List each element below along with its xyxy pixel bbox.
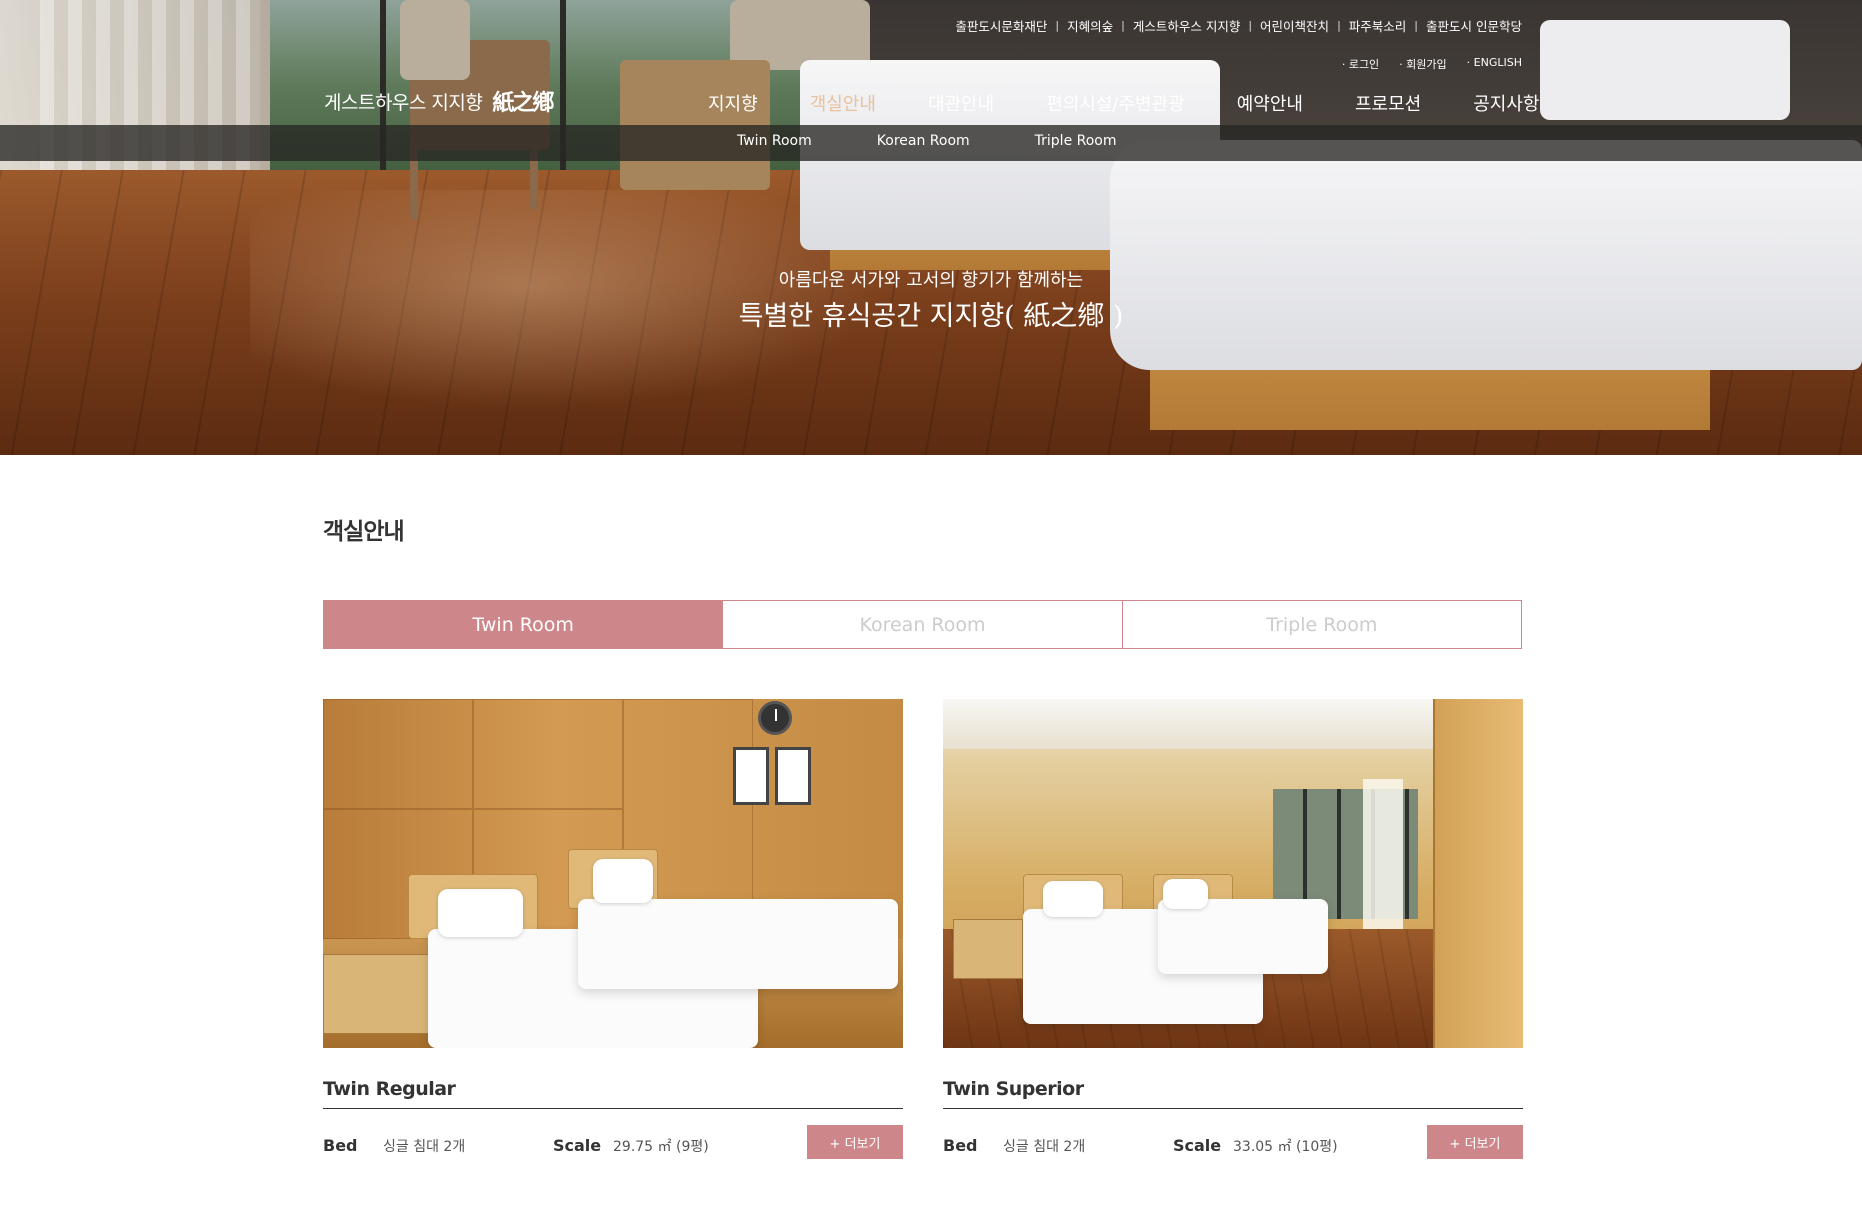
hero-bed — [1110, 140, 1862, 370]
room-name: Twin Regular — [323, 1078, 903, 1109]
room-name: Twin Superior — [943, 1078, 1523, 1109]
nav-item-notice[interactable]: 공지사항 — [1473, 90, 1539, 116]
sub-nav-triple-room[interactable]: Triple Room — [1035, 133, 1117, 149]
site-logo[interactable]: 게스트하우스 지지향 紙之鄕 — [324, 85, 554, 117]
hero-banner — [0, 0, 1862, 455]
main-nav: 지지향 객실안내 대관안내 편의시설/주변관광 예약안내 프로모션 공지사항 — [708, 90, 1539, 116]
signup-link[interactable]: · 회원가입 — [1399, 56, 1446, 72]
room-card-twin-superior: Twin Superior Bed 싱글 침대 2개 Scale 33.05 ㎡… — [943, 699, 1523, 1159]
clock-icon — [758, 701, 792, 735]
pillow — [1163, 879, 1208, 909]
tab-korean-room[interactable]: Korean Room — [722, 601, 1122, 648]
scale-value: 29.75 ㎡ (9평) — [613, 1139, 709, 1155]
room-card-twin-regular: Twin Regular Bed 싱글 침대 2개 Scale 29.75 ㎡ … — [323, 699, 903, 1159]
curtain — [1363, 779, 1403, 929]
separator: | — [1248, 19, 1253, 32]
separator: | — [1414, 19, 1419, 32]
nav-item-facilities[interactable]: 편의시설/주변관광 — [1046, 90, 1185, 116]
more-button[interactable]: + 더보기 — [807, 1125, 903, 1159]
login-link[interactable]: · 로그인 — [1342, 56, 1379, 72]
top-link[interactable]: 출판도시 인문학당 — [1426, 16, 1522, 35]
logo-text: 게스트하우스 지지향 — [324, 91, 483, 114]
top-link[interactable]: 지혜의숲 — [1067, 16, 1113, 35]
member-links: · 로그인 · 회원가입 · ENGLISH — [1342, 56, 1522, 72]
bed-label: Bed — [323, 1136, 358, 1155]
picture-frame — [775, 747, 811, 805]
bed-value: 싱글 침대 2개 — [1003, 1139, 1086, 1155]
nav-item-rental[interactable]: 대관안내 — [928, 90, 994, 116]
tab-triple-room[interactable]: Triple Room — [1121, 601, 1521, 648]
nav-item-rooms[interactable]: 객실안내 — [810, 90, 876, 116]
wall-panel — [473, 699, 623, 809]
hero-window-frame — [560, 0, 566, 190]
scale-label: Scale — [1173, 1136, 1222, 1155]
nightstand — [323, 954, 433, 1034]
nightstand — [953, 919, 1023, 979]
hero-slogan-line1: 아름다운 서가와 고서의 향기가 함께하는 — [778, 270, 1084, 291]
hero-chair-back — [400, 0, 470, 80]
bed-value: 싱글 침대 2개 — [383, 1139, 466, 1155]
pillow — [593, 859, 653, 903]
top-link[interactable]: 어린이책잔치 — [1260, 16, 1329, 35]
family-site-links: 출판도시문화재단 | 지혜의숲 | 게스트하우스 지지향 | 어린이책잔치 | … — [955, 16, 1522, 35]
room-photo[interactable] — [323, 699, 903, 1048]
sub-nav-twin-room[interactable]: Twin Room — [737, 133, 812, 149]
picture-frame — [733, 747, 769, 805]
nav-item-promotion[interactable]: 프로모션 — [1355, 90, 1421, 116]
nav-item-jijihyang[interactable]: 지지향 — [708, 90, 758, 116]
scale-label: Scale — [553, 1136, 602, 1155]
nav-item-reservation[interactable]: 예약안내 — [1237, 90, 1303, 116]
bookshelf — [1433, 699, 1523, 1048]
top-link[interactable]: 파주북소리 — [1349, 16, 1407, 35]
top-link[interactable]: 출판도시문화재단 — [955, 16, 1047, 35]
tab-twin-room[interactable]: Twin Room — [324, 601, 723, 648]
wall-panel — [323, 699, 473, 809]
separator: | — [1055, 19, 1060, 32]
pillow — [438, 889, 523, 937]
scale-value: 33.05 ㎡ (10평) — [1233, 1139, 1338, 1155]
page-title: 객실안내 — [323, 519, 405, 545]
bed-label: Bed — [943, 1136, 978, 1155]
room-meta: Bed 싱글 침대 2개 Scale 29.75 ㎡ (9평) + 더보기 — [323, 1109, 903, 1159]
sub-nav-korean-room[interactable]: Korean Room — [877, 133, 970, 149]
room-photo[interactable] — [943, 699, 1523, 1048]
more-button[interactable]: + 더보기 — [1427, 1125, 1523, 1159]
bed — [1158, 899, 1328, 974]
separator: | — [1337, 19, 1341, 32]
hero-slogan-line2: 특별한 휴식공간 지지향( 紙之鄕 ) — [738, 301, 1124, 332]
sub-nav: Twin Room Korean Room Triple Room — [737, 133, 1182, 149]
pillow — [1043, 881, 1103, 917]
logo-mark: 紙之鄕 — [492, 90, 554, 116]
hero-pillow — [1540, 20, 1790, 120]
separator: | — [1121, 19, 1125, 32]
room-meta: Bed 싱글 침대 2개 Scale 33.05 ㎡ (10평) + 더보기 — [943, 1109, 1523, 1159]
english-link[interactable]: · ENGLISH — [1467, 56, 1522, 72]
bed — [578, 899, 898, 989]
top-link[interactable]: 게스트하우스 지지향 — [1133, 16, 1240, 35]
room-type-tabs: Twin Room Korean Room Triple Room — [323, 600, 1522, 649]
